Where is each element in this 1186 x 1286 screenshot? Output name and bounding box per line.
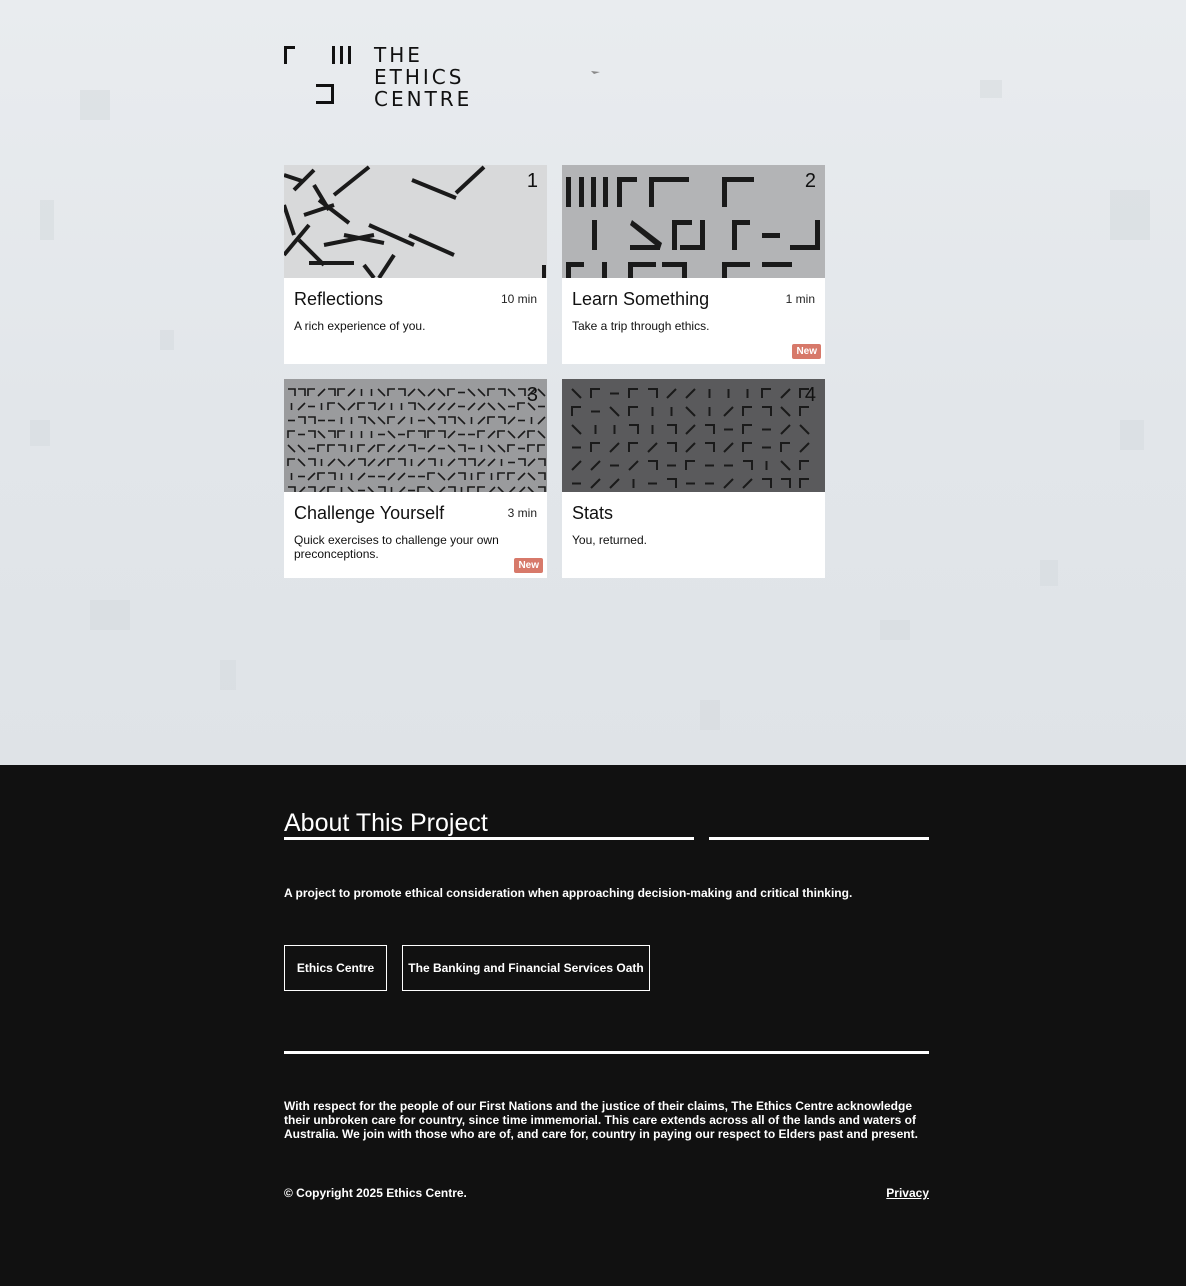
card-image (284, 165, 547, 278)
card-number: 1 (526, 170, 538, 192)
privacy-link[interactable]: Privacy (886, 1186, 929, 1200)
card-number: 3 (526, 384, 538, 406)
banking-oath-link-button[interactable]: The Banking and Financial Services Oath (402, 945, 650, 991)
card-description: You, returned. (572, 533, 647, 547)
card-reflections[interactable]: 1 Reflections 10 min A rich experience o… (284, 165, 547, 364)
title-underline-right (709, 837, 929, 840)
logo-line-2: ETHICS (374, 65, 465, 89)
about-description: A project to promote ethical considerati… (284, 886, 853, 900)
card-image (562, 379, 825, 492)
card-number: 4 (804, 384, 816, 406)
pattern-sticks-icon (284, 165, 547, 278)
card-image (284, 379, 547, 492)
logo-wordmark: THE ETHICS CENTRE (374, 44, 472, 110)
footer: About This Project A project to promote … (0, 765, 1186, 1286)
card-stats[interactable]: 4 Stats You, returned. (562, 379, 825, 578)
about-title: About This Project (284, 809, 488, 837)
card-description: A rich experience of you. (294, 319, 426, 333)
mouse-cursor-icon (591, 71, 600, 74)
ethics-centre-logo[interactable]: THE ETHICS CENTRE (284, 44, 484, 110)
card-duration: 3 min (507, 506, 537, 520)
acknowledgement-text: With respect for the people of our First… (284, 1099, 918, 1141)
card-title: Stats (572, 503, 614, 523)
divider (284, 1051, 929, 1054)
new-badge: New (792, 344, 821, 359)
card-title: Reflections (294, 289, 384, 309)
card-number: 2 (804, 170, 816, 192)
card-description: Quick exercises to challenge your own pr… (294, 533, 499, 561)
card-description: Take a trip through ethics. (572, 319, 710, 333)
card-image (562, 165, 825, 278)
card-duration: 10 min (500, 292, 537, 306)
ethics-centre-link-button[interactable]: Ethics Centre (284, 945, 387, 991)
logo-line-3: CENTRE (374, 87, 473, 111)
pattern-brackets-icon (562, 165, 825, 278)
pattern-dark-glyphs-icon (562, 379, 825, 492)
copyright: © Copyright 2025 Ethics Centre. (284, 1186, 467, 1200)
title-underline (284, 837, 694, 840)
hero-area: THE ETHICS CENTRE 1 Reflections 10 min A… (0, 0, 1186, 765)
card-title: Challenge Yourself (294, 503, 445, 523)
card-learn-something[interactable]: 2 New Learn Something 1 min Take a trip … (562, 165, 825, 364)
card-challenge-yourself[interactable]: 3 New Challenge Yourself 3 min Quick exe… (284, 379, 547, 578)
logo-line-1: THE (374, 43, 423, 67)
card-duration: 1 min (785, 292, 815, 306)
card-title: Learn Something (572, 289, 710, 309)
logo-mark-icon (284, 46, 351, 104)
pattern-glyphs-icon (284, 379, 547, 492)
